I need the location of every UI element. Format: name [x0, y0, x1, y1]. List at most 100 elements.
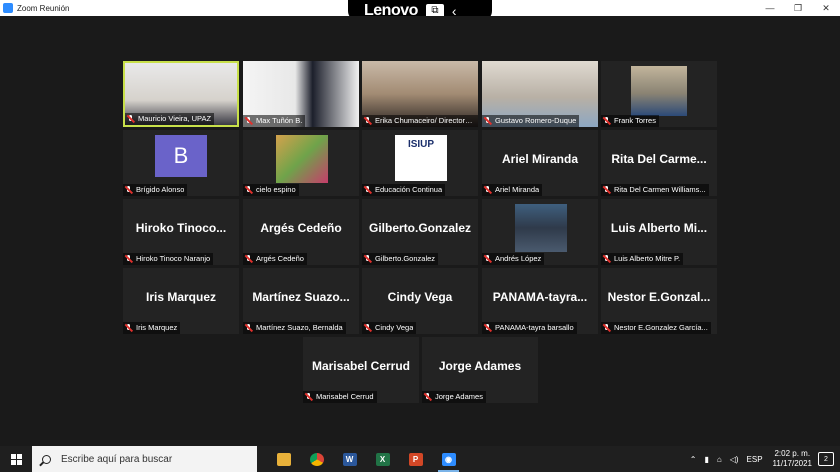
clock[interactable]: 2:02 p. m. 11/17/2021 [773, 449, 812, 469]
participant-name-label: Erika Chumaceiro/ Directora... [362, 115, 478, 127]
minimize-button[interactable]: — [756, 0, 784, 16]
excel-taskbar-button[interactable]: X [366, 446, 399, 472]
muted-mic-icon [603, 117, 611, 125]
participant-name: Rita Del Carmen Williams... [614, 185, 706, 194]
word-taskbar-button[interactable]: W [333, 446, 366, 472]
search-icon [42, 454, 51, 464]
participant-tile[interactable]: Iris Marquez Iris Marquez [123, 268, 239, 334]
participant-name: Brígido Alonso [136, 185, 185, 194]
muted-mic-icon [603, 324, 611, 332]
participant-name-label: Brígido Alonso [123, 184, 188, 196]
muted-mic-icon [245, 324, 253, 332]
participant-tile[interactable]: B Brígido Alonso [123, 130, 239, 196]
participant-tile[interactable]: Gustavo Romero-Duque [482, 61, 598, 127]
participant-tile[interactable]: Gilberto.Gonzalez Gilberto.Gonzalez [362, 199, 478, 265]
participant-display-name: Marisabel Cerrud [311, 359, 411, 373]
participant-tile[interactable]: PANAMA-tayra... PANAMA-tayra barsallo [482, 268, 598, 334]
muted-mic-icon [364, 117, 372, 125]
participant-tile[interactable]: Argés Cedeño Argés Cedeño [243, 199, 359, 265]
participant-name-label: Argés Cedeño [243, 253, 307, 265]
participant-tile[interactable]: Nestor E.Gonzal... Nestor E.Gonzalez Garc… [601, 268, 717, 334]
participant-name-label: Hiroko Tinoco Naranjo [123, 253, 214, 265]
participant-display-name: Hiroko Tinoco... [135, 221, 227, 235]
participant-name: Mauricio Vieira, UPAZ [138, 114, 212, 123]
participant-name-label: Marisabel Cerrud [303, 391, 377, 403]
notification-icon[interactable]: 2 [818, 452, 834, 466]
participant-name-label: Educación Continua [362, 184, 446, 196]
taskbar-search[interactable]: Escribe aquí para buscar [32, 446, 257, 472]
participant-tile[interactable]: Ariel Miranda Ariel Miranda [482, 130, 598, 196]
participant-name-label: Iris Marquez [123, 322, 181, 334]
participant-tile[interactable]: Mauricio Vieira, UPAZ [123, 61, 239, 127]
muted-mic-icon [245, 117, 253, 125]
volume-icon[interactable]: ◁) [730, 455, 739, 464]
zoom-app-icon [3, 3, 13, 13]
participant-name-label: PANAMA-tayra barsallo [482, 322, 577, 334]
participant-tile[interactable]: Max Tuñón B. [243, 61, 359, 127]
participant-display-name: Cindy Vega [387, 290, 453, 304]
muted-mic-icon [125, 186, 133, 194]
participant-name-label: Frank Torres [601, 115, 659, 127]
participant-tile[interactable]: Cindy Vega Cindy Vega [362, 268, 478, 334]
participant-tile[interactable]: Hiroko Tinoco... Hiroko Tinoco Naranjo [123, 199, 239, 265]
participant-name: Cindy Vega [375, 323, 414, 332]
participant-name-label: cielo espino [243, 184, 299, 196]
muted-mic-icon [484, 117, 492, 125]
participant-name-label: Cindy Vega [362, 322, 417, 334]
participant-name-label: Andrés López [482, 253, 545, 265]
avatar: B [155, 135, 207, 177]
participant-display-name: Ariel Miranda [501, 152, 579, 166]
clock-date: 11/17/2021 [772, 459, 812, 468]
participant-tile[interactable]: Erika Chumaceiro/ Directora... [362, 61, 478, 127]
participant-video [631, 66, 687, 116]
battery-icon[interactable]: ▮ [704, 455, 708, 464]
excel-icon: X [375, 452, 390, 466]
participant-name-label: Nestor E.Gonzalez García... [601, 322, 711, 334]
zoom-taskbar-button[interactable]: ◉ [432, 446, 465, 472]
participant-tile[interactable]: Marisabel Cerrud Marisabel Cerrud [303, 337, 419, 403]
participant-name-label: Gustavo Romero-Duque [482, 115, 580, 127]
chrome-taskbar-button[interactable] [300, 446, 333, 472]
participant-name-label: Martínez Suazo, Bernalda [243, 322, 346, 334]
restore-button[interactable]: ❐ [784, 0, 812, 16]
file-explorer-taskbar-button[interactable] [267, 446, 300, 472]
profile-photo [276, 135, 328, 183]
participant-tile[interactable]: Martínez Suazo... Martínez Suazo, Bernald… [243, 268, 359, 334]
participant-name: Marisabel Cerrud [316, 392, 374, 401]
participant-name: Martínez Suazo, Bernalda [256, 323, 343, 332]
gallery-view: Mauricio Vieira, UPAZ Max Tuñón B. Erika C… [0, 16, 840, 446]
muted-mic-icon [603, 255, 611, 263]
muted-mic-icon [125, 255, 133, 263]
close-button[interactable]: ✕ [812, 0, 840, 16]
window-controls: — ❐ ✕ [756, 0, 840, 16]
participant-name: Iris Marquez [136, 323, 178, 332]
participant-name: PANAMA-tayra barsallo [495, 323, 574, 332]
participant-tile[interactable]: Andrés López [482, 199, 598, 265]
participant-tile[interactable]: Luis Alberto Mi... Luis Alberto Mitre P. [601, 199, 717, 265]
muted-mic-icon [364, 255, 372, 263]
start-button[interactable] [0, 446, 32, 472]
tray-chevron-icon[interactable]: ⌃ [690, 455, 697, 464]
participant-display-name: Martínez Suazo... [252, 290, 350, 304]
network-icon[interactable]: ⌂ [717, 455, 722, 464]
participant-name-label: Gilberto.Gonzalez [362, 253, 439, 265]
language-indicator[interactable]: ESP [747, 455, 763, 464]
participant-tile[interactable]: cielo espino [243, 130, 359, 196]
participant-tile[interactable]: ISIUP Educación Continua [362, 130, 478, 196]
participant-display-name: Iris Marquez [145, 290, 217, 304]
muted-mic-icon [484, 324, 492, 332]
powerpoint-taskbar-button[interactable]: P [399, 446, 432, 472]
participant-display-name: Argés Cedeño [260, 221, 342, 235]
participant-tile[interactable]: Rita Del Carme... Rita Del Carmen William… [601, 130, 717, 196]
word-icon: W [342, 452, 357, 466]
participant-name: Gilberto.Gonzalez [375, 254, 436, 263]
participant-tile[interactable]: Frank Torres [601, 61, 717, 127]
system-tray: ⌃ ▮ ⌂ ◁) ESP 2:02 p. m. 11/17/2021 2 [686, 446, 840, 472]
participant-tile[interactable]: Jorge Adames Jorge Adames [422, 337, 538, 403]
participant-name: Luis Alberto Mitre P. [614, 254, 681, 263]
muted-mic-icon [245, 186, 253, 194]
participant-display-name: PANAMA-tayra... [492, 290, 588, 304]
window-title: Zoom Reunión [17, 3, 70, 13]
participant-display-name: Luis Alberto Mi... [610, 221, 708, 235]
participant-name-label: Mauricio Vieira, UPAZ [125, 113, 215, 125]
